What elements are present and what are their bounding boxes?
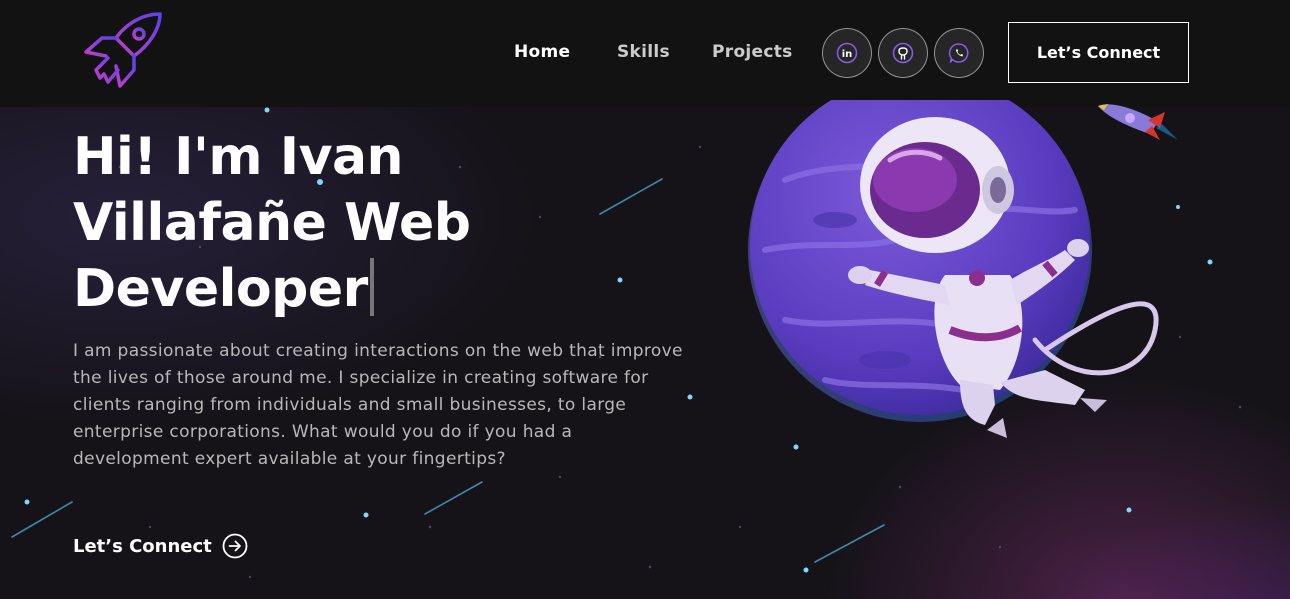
arrow-right-circle-icon [222,533,248,559]
small-rocket-icon [1098,104,1178,140]
headline-line-3-text: Developer [73,259,368,319]
hero-description: I am passionate about creating interacti… [73,341,683,469]
headline-line-3: Developer [73,256,593,322]
typing-cursor [369,258,374,316]
github-button[interactable] [878,28,928,78]
rocket-logo-icon[interactable] [78,8,168,96]
linkedin-button[interactable]: in [822,28,872,78]
nav-link-projects[interactable]: Projects [712,42,793,62]
navbar: Home Skills Projects in Let’s Connect [0,0,1290,107]
hero-connect-label: Let’s Connect [73,535,212,557]
headline-line-2: Villafañe Web [73,193,471,253]
whatsapp-button[interactable] [934,28,984,78]
nav-link-skills[interactable]: Skills [617,42,670,62]
whatsapp-icon [948,43,969,63]
github-icon [892,42,914,64]
hero-headline: Hi! I'm Ivan Villafañe Web Developer [73,124,593,322]
linkedin-icon: in [836,42,858,64]
linkedin-glyph: in [842,49,853,60]
page: Home Skills Projects in Let’s Connect Hi… [0,0,1290,599]
astronaut-planet-illustration [748,100,1159,438]
headline-line-1: Hi! I'm Ivan [73,127,404,187]
nav-link-home[interactable]: Home [514,42,570,62]
hero-connect-link[interactable]: Let’s Connect [73,533,248,559]
lets-connect-button[interactable]: Let’s Connect [1008,22,1189,83]
